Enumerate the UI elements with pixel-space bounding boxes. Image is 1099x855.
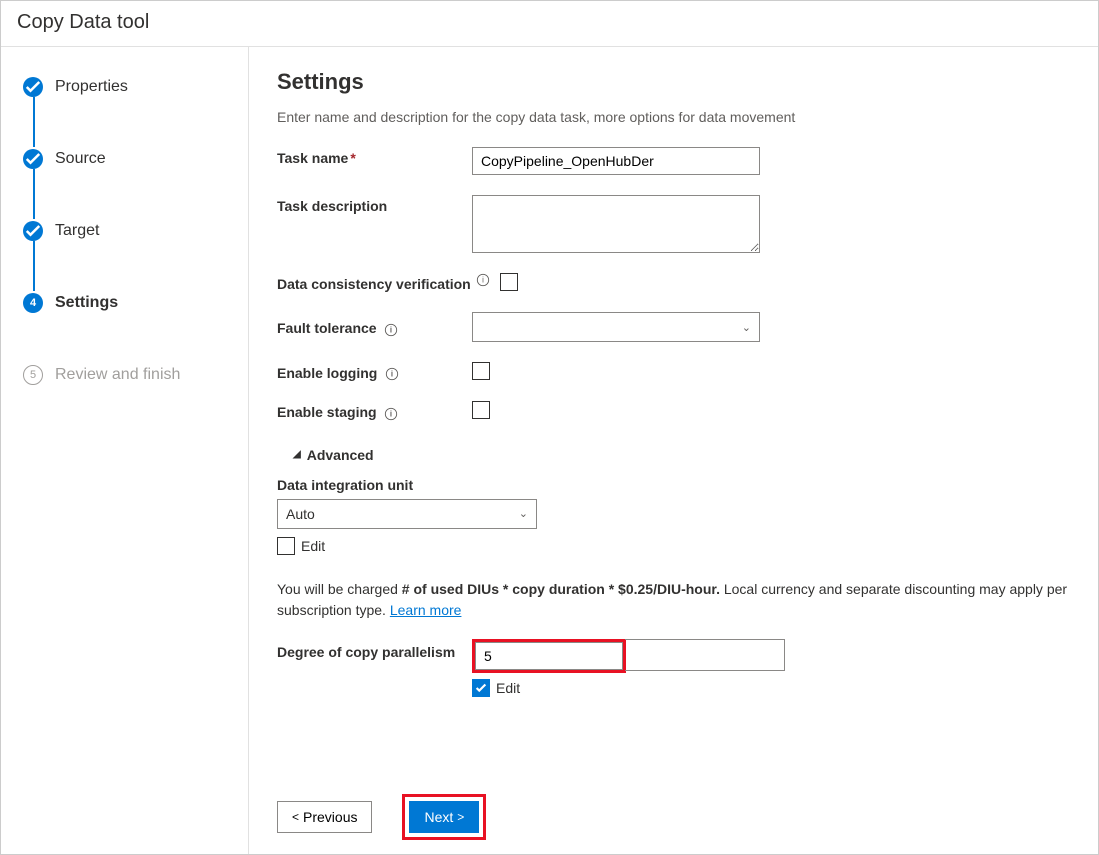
enable-logging-checkbox[interactable] — [472, 362, 490, 380]
chevron-right-icon: > — [457, 810, 464, 824]
step-source[interactable]: Source — [23, 147, 232, 171]
previous-button[interactable]: < Previous — [277, 801, 372, 833]
label-parallelism: Degree of copy parallelism — [277, 639, 472, 660]
parallel-edit-row: Edit — [472, 679, 1070, 697]
info-icon[interactable]: i — [476, 273, 490, 287]
info-icon[interactable]: i — [384, 323, 398, 337]
wizard-steps: Properties Source Target 4 Settings — [1, 47, 249, 854]
svg-text:i: i — [390, 409, 392, 418]
label-fault-tolerance: Fault tolerance i — [277, 317, 472, 336]
settings-panel: Settings Enter name and description for … — [249, 47, 1098, 854]
step-label: Target — [55, 222, 99, 240]
diu-edit-checkbox[interactable] — [277, 537, 295, 555]
label-enable-logging: Enable logging i — [277, 362, 472, 381]
window-title: Copy Data tool — [1, 1, 1098, 47]
page-description: Enter name and description for the copy … — [277, 109, 1070, 125]
parallelism-edit-label: Edit — [496, 680, 520, 696]
parallelism-input[interactable] — [475, 642, 623, 670]
copy-data-tool-window: Copy Data tool Properties Source — [0, 0, 1099, 855]
label-enable-staging: Enable staging i — [277, 401, 472, 420]
step-number-icon: 4 — [23, 293, 43, 313]
diu-select[interactable]: Auto ⌄ — [277, 499, 537, 529]
info-icon[interactable]: i — [385, 367, 399, 381]
step-target[interactable]: Target — [23, 219, 232, 243]
advanced-label: Advanced — [307, 447, 374, 463]
diu-select-value: Auto — [286, 506, 315, 522]
collapse-icon: ◢ — [293, 449, 301, 460]
step-properties[interactable]: Properties — [23, 75, 232, 99]
diu-edit-row: Edit — [277, 537, 1070, 555]
step-review[interactable]: 5 Review and finish — [23, 363, 232, 387]
label-diu: Data integration unit — [277, 477, 1070, 493]
step-label: Properties — [55, 78, 128, 96]
check-icon — [23, 149, 43, 169]
step-number-icon: 5 — [23, 365, 43, 385]
chevron-down-icon: ⌄ — [519, 507, 528, 520]
check-icon — [23, 77, 43, 97]
next-button[interactable]: Next > — [409, 801, 479, 833]
info-icon[interactable]: i — [384, 407, 398, 421]
fault-tolerance-select[interactable]: ⌄ — [472, 312, 760, 342]
highlight-box-next: Next > — [402, 794, 486, 840]
svg-text:i: i — [390, 325, 392, 334]
wizard-footer: < Previous Next > — [277, 784, 1070, 840]
row-enable-logging: Enable logging i — [277, 362, 1070, 381]
advanced-toggle[interactable]: ◢ Advanced — [293, 447, 1070, 463]
label-task-name: Task name* — [277, 147, 472, 166]
task-name-input[interactable] — [472, 147, 760, 175]
page-title: Settings — [277, 69, 1070, 95]
task-description-input[interactable] — [472, 195, 760, 253]
enable-staging-checkbox[interactable] — [472, 401, 490, 419]
learn-more-link[interactable]: Learn more — [390, 602, 462, 618]
row-parallelism: Degree of copy parallelism — [277, 639, 1070, 673]
step-label: Review and finish — [55, 366, 180, 384]
chevron-left-icon: < — [292, 810, 299, 824]
charge-formula: # of used DIUs * copy duration * $0.25/D… — [402, 581, 720, 597]
label-data-consistency: Data consistency verification — [277, 273, 472, 292]
data-consistency-checkbox[interactable] — [500, 273, 518, 291]
step-connector — [33, 241, 35, 291]
row-task-name: Task name* — [277, 147, 1070, 175]
parallelism-edit-checkbox[interactable] — [472, 679, 490, 697]
row-fault-tolerance: Fault tolerance i ⌄ — [277, 312, 1070, 342]
step-connector — [33, 97, 35, 147]
row-enable-staging: Enable staging i — [277, 401, 1070, 420]
content-body: Properties Source Target 4 Settings — [1, 47, 1098, 854]
svg-text:i: i — [482, 276, 484, 285]
check-icon — [23, 221, 43, 241]
label-task-description: Task description — [277, 195, 472, 214]
diu-block: Data integration unit Auto ⌄ Edit — [277, 477, 1070, 565]
diu-edit-label: Edit — [301, 538, 325, 554]
chevron-down-icon: ⌄ — [742, 321, 751, 334]
highlight-box-parallelism — [472, 639, 626, 673]
step-label: Settings — [55, 294, 118, 312]
svg-text:i: i — [391, 370, 393, 379]
step-label: Source — [55, 150, 106, 168]
row-task-description: Task description — [277, 195, 1070, 253]
step-settings[interactable]: 4 Settings — [23, 291, 232, 315]
parallelism-input-extra[interactable] — [625, 639, 785, 671]
row-data-consistency: Data consistency verification i — [277, 273, 1070, 292]
step-connector — [33, 169, 35, 219]
charge-info: You will be charged # of used DIUs * cop… — [277, 579, 1070, 621]
required-asterisk: * — [350, 150, 355, 166]
